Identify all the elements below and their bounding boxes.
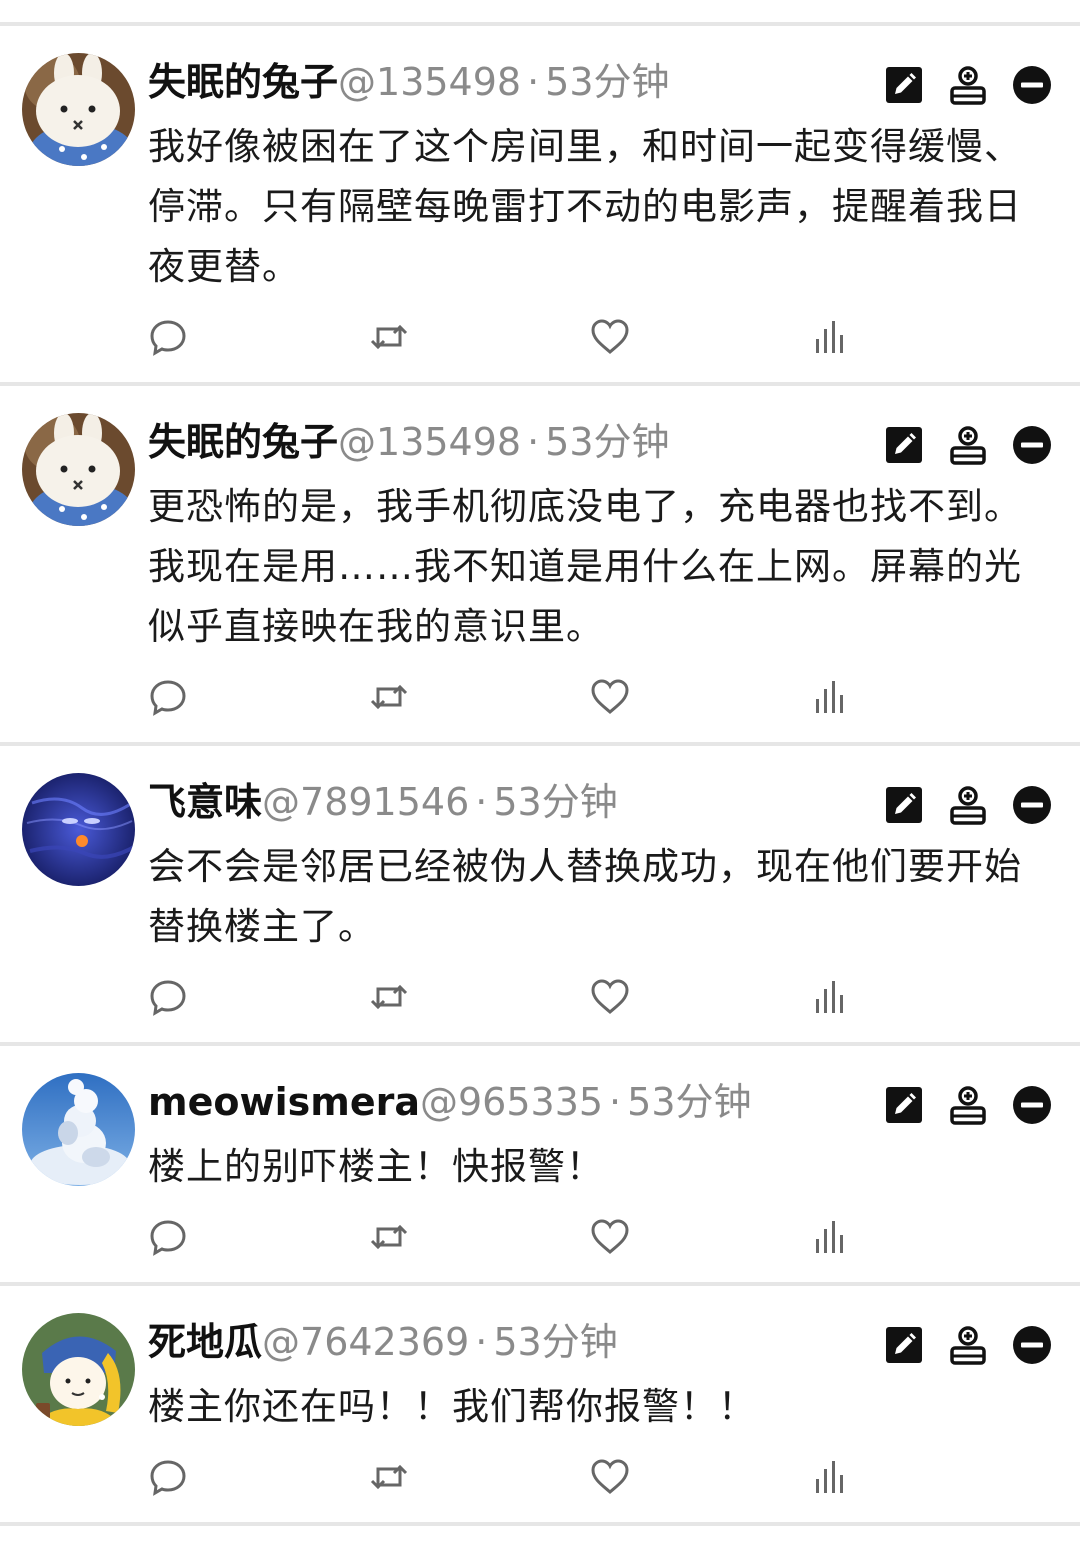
- cloud-sky-avatar: [22, 1073, 135, 1186]
- avatar[interactable]: [22, 53, 135, 166]
- timestamp: 53分钟: [545, 420, 670, 464]
- add-user-icon[interactable]: [948, 1085, 988, 1125]
- add-user-icon[interactable]: [948, 1325, 988, 1365]
- comment-header: 死地瓜@7642369 · 53分钟: [148, 1317, 618, 1367]
- reply-icon[interactable]: [148, 977, 188, 1017]
- repost-icon[interactable]: [369, 1217, 409, 1257]
- edit-icon[interactable]: [884, 1085, 924, 1125]
- heart-icon[interactable]: [590, 1457, 630, 1497]
- reply-icon[interactable]: [148, 1457, 188, 1497]
- username[interactable]: 失眠的兔子: [148, 420, 338, 464]
- stats-icon[interactable]: [811, 677, 851, 717]
- divider: [0, 1282, 1080, 1286]
- comment-item[interactable]: 飞意味@7891546 · 53分钟 会不会是邻居已经被伪人替换成功，现在他们要开始…: [0, 747, 1080, 1043]
- avatar[interactable]: [22, 773, 135, 886]
- minus-circle-icon[interactable]: [1012, 1085, 1052, 1125]
- reply-icon[interactable]: [148, 317, 188, 357]
- pearl-earring-girl-avatar: [22, 1313, 135, 1426]
- user-handle: @135498: [338, 60, 522, 104]
- reply-icon[interactable]: [148, 1217, 188, 1257]
- stats-icon[interactable]: [811, 977, 851, 1017]
- divider: [0, 742, 1080, 746]
- timestamp: 53分钟: [493, 1320, 618, 1364]
- timestamp: 53分钟: [493, 780, 618, 824]
- separator-dot: ·: [609, 1080, 622, 1124]
- moderation-tools: [884, 63, 1052, 107]
- moderation-tools: [884, 783, 1052, 827]
- divider: [0, 1042, 1080, 1046]
- action-bar: [148, 677, 868, 721]
- minus-circle-icon[interactable]: [1012, 425, 1052, 465]
- user-handle: @135498: [338, 420, 522, 464]
- repost-icon[interactable]: [369, 677, 409, 717]
- add-user-icon[interactable]: [948, 65, 988, 105]
- edit-icon[interactable]: [884, 1325, 924, 1365]
- separator-dot: ·: [527, 60, 540, 104]
- moderation-tools: [884, 1323, 1052, 1367]
- heart-icon[interactable]: [590, 977, 630, 1017]
- comment-header: meowismera@965335 · 53分钟: [148, 1077, 752, 1127]
- comment-text: 更恐怖的是，我手机彻底没电了，充电器也找不到。我现在是用……我不知道是用什么在上…: [148, 485, 1022, 648]
- divider: [0, 382, 1080, 386]
- comment-text: 我好像被困在了这个房间里，和时间一起变得缓慢、停滞。只有隔壁每晚雷打不动的电影声…: [148, 125, 1022, 288]
- separator-dot: ·: [475, 1320, 488, 1364]
- edit-icon[interactable]: [884, 65, 924, 105]
- repost-icon[interactable]: [369, 1457, 409, 1497]
- username[interactable]: 死地瓜: [148, 1320, 262, 1364]
- action-bar: [148, 1217, 868, 1261]
- user-handle: @7642369: [262, 1320, 470, 1364]
- repost-icon[interactable]: [369, 977, 409, 1017]
- separator-dot: ·: [475, 780, 488, 824]
- comment-header: 飞意味@7891546 · 53分钟: [148, 777, 618, 827]
- bunny-plush-avatar: [22, 413, 135, 526]
- divider: [0, 1522, 1080, 1526]
- comment-header: 失眠的兔子@135498 · 53分钟: [148, 417, 670, 467]
- username[interactable]: 失眠的兔子: [148, 60, 338, 104]
- moderation-tools: [884, 423, 1052, 467]
- repost-icon[interactable]: [369, 317, 409, 357]
- moderation-tools: [884, 1083, 1052, 1127]
- reply-icon[interactable]: [148, 677, 188, 717]
- username[interactable]: meowismera: [148, 1080, 420, 1124]
- heart-icon[interactable]: [590, 317, 630, 357]
- user-handle: @965335: [419, 1080, 604, 1124]
- comment-text: 楼主你还在吗！！我们帮你报警！！: [148, 1385, 756, 1428]
- action-bar: [148, 1457, 868, 1501]
- edit-icon[interactable]: [884, 785, 924, 825]
- stats-icon[interactable]: [811, 1457, 851, 1497]
- heart-icon[interactable]: [590, 677, 630, 717]
- username[interactable]: 飞意味: [148, 780, 262, 824]
- stats-icon[interactable]: [811, 317, 851, 357]
- comment-text: 楼上的别吓楼主！快报警！: [148, 1145, 604, 1188]
- comment-header: 失眠的兔子@135498 · 53分钟: [148, 57, 670, 107]
- heart-icon[interactable]: [590, 1217, 630, 1257]
- minus-circle-icon[interactable]: [1012, 785, 1052, 825]
- bunny-plush-avatar: [22, 53, 135, 166]
- stats-icon[interactable]: [811, 1217, 851, 1257]
- avatar[interactable]: [22, 413, 135, 526]
- avatar[interactable]: [22, 1313, 135, 1426]
- avatar[interactable]: [22, 1073, 135, 1186]
- comment-feed: 失眠的兔子@135498 · 53分钟 我好像被困在了这个房间里，和时间一起变得缓慢…: [0, 0, 1080, 1557]
- minus-circle-icon[interactable]: [1012, 65, 1052, 105]
- comment-text: 会不会是邻居已经被伪人替换成功，现在他们要开始替换楼主了。: [148, 845, 1022, 948]
- comment-item[interactable]: 失眠的兔子@135498 · 53分钟 我好像被困在了这个房间里，和时间一起变得缓慢…: [0, 27, 1080, 383]
- divider: [0, 22, 1080, 26]
- add-user-icon[interactable]: [948, 785, 988, 825]
- separator-dot: ·: [527, 420, 540, 464]
- action-bar: [148, 317, 868, 361]
- blue-night-face-avatar: [22, 773, 135, 886]
- action-bar: [148, 977, 868, 1021]
- edit-icon[interactable]: [884, 425, 924, 465]
- minus-circle-icon[interactable]: [1012, 1325, 1052, 1365]
- comment-item[interactable]: 失眠的兔子@135498 · 53分钟 更恐怖的是，我手机彻底没电了，充电器也找不到…: [0, 387, 1080, 743]
- user-handle: @7891546: [262, 780, 470, 824]
- comment-item[interactable]: meowismera@965335 · 53分钟 楼上的别吓楼主！快报警！: [0, 1047, 1080, 1283]
- comment-item[interactable]: 死地瓜@7642369 · 53分钟 楼主你还在吗！！我们帮你报警！！: [0, 1287, 1080, 1523]
- timestamp: 53分钟: [545, 60, 670, 104]
- timestamp: 53分钟: [627, 1080, 752, 1124]
- add-user-icon[interactable]: [948, 425, 988, 465]
